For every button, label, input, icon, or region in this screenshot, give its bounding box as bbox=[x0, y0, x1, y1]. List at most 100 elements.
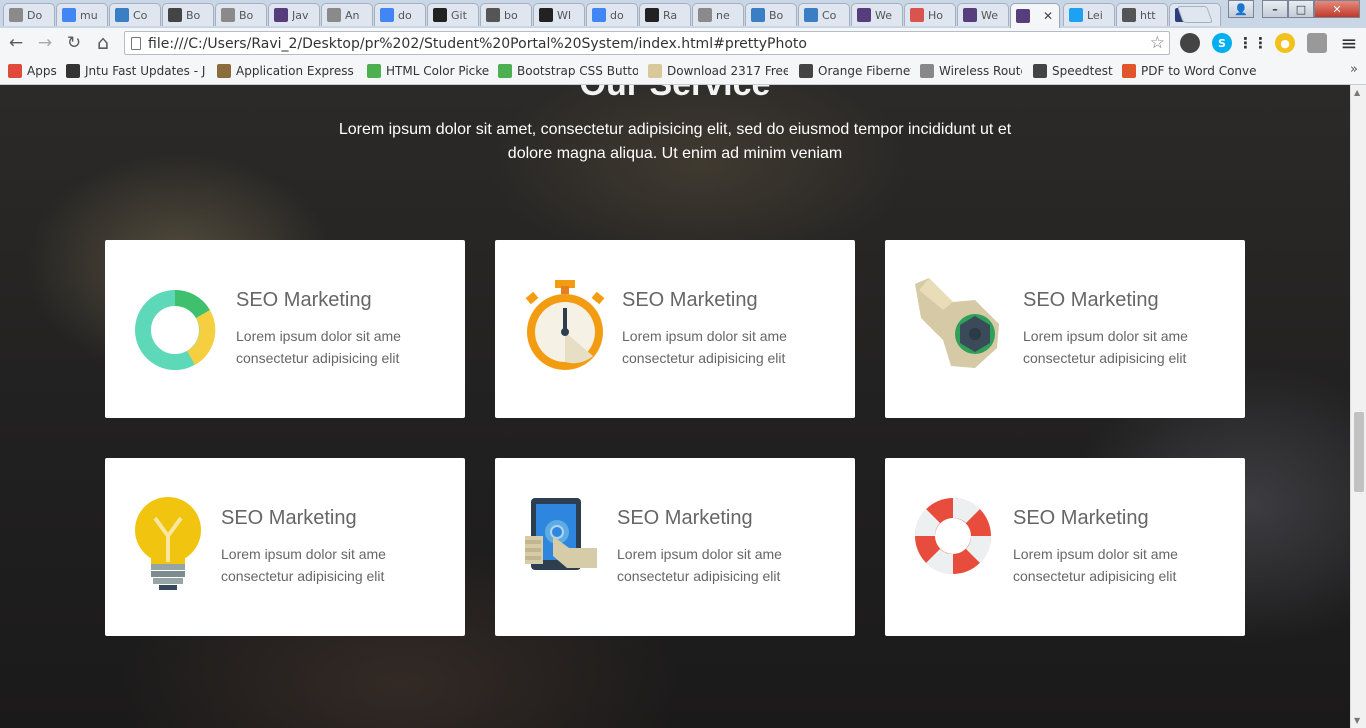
browser-tab[interactable]: WI bbox=[533, 3, 585, 26]
tab-label: Bo bbox=[769, 8, 784, 22]
close-icon: ✕ bbox=[1332, 2, 1342, 16]
bookmark-item[interactable]: Speedtest bbox=[1033, 62, 1113, 80]
bookmark-label: Speedtest bbox=[1052, 64, 1113, 78]
bookmark-label: Application Express Lo bbox=[236, 64, 357, 78]
home-button[interactable]: ⌂ bbox=[92, 32, 114, 54]
browser-tab[interactable]: Co bbox=[109, 3, 161, 26]
service-description: Lorem ipsum dolor sit ame consectetur ad… bbox=[622, 328, 787, 366]
scroll-up-icon[interactable]: ▲ bbox=[1354, 88, 1360, 97]
service-description: Lorem ipsum dolor sit ame consectetur ad… bbox=[617, 546, 782, 584]
browser-tab[interactable]: do bbox=[586, 3, 638, 26]
skype-icon[interactable]: S bbox=[1212, 33, 1232, 53]
tab-label: Jav bbox=[292, 8, 309, 22]
bookmark-label: Wireless Router bbox=[939, 64, 1022, 78]
service-description: Lorem ipsum dolor sit ame consectetur ad… bbox=[1013, 546, 1178, 584]
tab-label: do bbox=[610, 8, 624, 22]
tab-active[interactable]: ✕ bbox=[1010, 3, 1060, 28]
smartphone-touch-icon bbox=[525, 498, 597, 570]
address-bar[interactable]: file:///C:/Users/Ravi_2/Desktop/pr%202/S… bbox=[124, 31, 1170, 55]
bookmark-item[interactable]: Application Express Lo bbox=[217, 62, 357, 80]
forward-button[interactable]: → bbox=[34, 32, 56, 54]
service-description: Lorem ipsum dolor sit ame consectetur ad… bbox=[221, 546, 386, 584]
extension-square-icon[interactable] bbox=[1307, 33, 1327, 53]
browser-tab[interactable]: Lei bbox=[1063, 3, 1115, 26]
back-button[interactable]: ← bbox=[5, 32, 27, 54]
forward-arrow-icon: → bbox=[37, 33, 53, 53]
w3-icon bbox=[498, 64, 512, 78]
bootply-icon bbox=[751, 8, 765, 22]
close-window-button[interactable]: ✕ bbox=[1314, 0, 1360, 18]
scroll-down-icon[interactable]: ▼ bbox=[1354, 716, 1360, 725]
service-title: SEO Marketing bbox=[221, 507, 357, 529]
minimize-icon: – bbox=[1272, 2, 1278, 16]
tab-label: We bbox=[875, 8, 892, 22]
bookmark-label: PDF to Word Converte bbox=[1141, 64, 1257, 78]
moon-icon bbox=[1122, 8, 1136, 22]
browser-tab[interactable]: Do bbox=[3, 3, 55, 26]
joomla-icon bbox=[910, 8, 924, 22]
bookmark-label: Jntu Fast Updates - JN bbox=[85, 64, 206, 78]
browser-tab[interactable]: mu bbox=[56, 3, 108, 26]
service-title: SEO Marketing bbox=[617, 507, 753, 529]
extension-shield-icon[interactable] bbox=[1180, 33, 1200, 53]
bookmark-item[interactable]: Jntu Fast Updates - JN bbox=[66, 62, 206, 80]
bookmark-item[interactable]: Wireless Router bbox=[920, 62, 1022, 80]
browser-tab[interactable]: Git bbox=[427, 3, 479, 26]
bootstrap-icon bbox=[857, 8, 871, 22]
bootstrap-icon bbox=[274, 8, 288, 22]
browser-tab[interactable]: bo bbox=[480, 3, 532, 26]
bookmark-item[interactable]: Apps bbox=[8, 62, 58, 80]
stopwatch-icon bbox=[525, 280, 605, 370]
tab-label: Co bbox=[822, 8, 837, 22]
browser-tab[interactable]: Bo bbox=[215, 3, 267, 26]
extension-circle-icon[interactable]: ● bbox=[1275, 33, 1295, 53]
c-icon bbox=[486, 8, 500, 22]
bootply-icon bbox=[115, 8, 129, 22]
browser-tab[interactable]: We bbox=[851, 3, 903, 26]
apps-grid-icon bbox=[8, 64, 22, 78]
browser-tab[interactable]: Ra bbox=[639, 3, 691, 26]
browser-tab[interactable]: Bo bbox=[745, 3, 797, 26]
bookmark-star-icon[interactable]: ☆ bbox=[1150, 33, 1165, 53]
browser-tab[interactable]: do bbox=[374, 3, 426, 26]
bookmarks-overflow-button[interactable]: » bbox=[1350, 62, 1358, 77]
page-icon bbox=[221, 8, 235, 22]
page-icon bbox=[9, 8, 23, 22]
bookmark-item[interactable]: PDF to Word Converte bbox=[1122, 62, 1257, 80]
image-icon bbox=[217, 64, 231, 78]
service-section: Our Service Lorem ipsum dolor sit amet, … bbox=[0, 85, 1350, 728]
minimize-button[interactable]: – bbox=[1262, 0, 1288, 18]
browser-tab[interactable]: ne bbox=[692, 3, 744, 26]
tab-label: Lei bbox=[1087, 8, 1103, 22]
bookmark-item[interactable]: Bootstrap CSS Button bbox=[498, 62, 638, 80]
browser-toolbar: ← → ↻ ⌂ file:///C:/Users/Ravi_2/Desktop/… bbox=[0, 28, 1366, 58]
maximize-button[interactable]: □ bbox=[1288, 0, 1314, 18]
lightbulb-icon bbox=[135, 497, 201, 590]
service-card: SEO Marketing Lorem ipsum dolor sit ame … bbox=[885, 458, 1245, 636]
bookmark-label: Download 2317 Free V bbox=[667, 64, 788, 78]
browser-tab[interactable]: Jav bbox=[268, 3, 320, 26]
reload-button[interactable]: ↻ bbox=[63, 32, 85, 54]
browser-tab[interactable]: Ho bbox=[904, 3, 956, 26]
browser-tab[interactable]: An bbox=[321, 3, 373, 26]
profile-button[interactable]: 👤 bbox=[1228, 0, 1254, 18]
tab-label: WI bbox=[557, 8, 572, 22]
apps-grid-icon[interactable]: ⋮⋮ bbox=[1238, 33, 1268, 53]
tab-label: Bo bbox=[186, 8, 201, 22]
browser-tab[interactable]: Co bbox=[798, 3, 850, 26]
tab-label: mu bbox=[80, 8, 98, 22]
tab-label: bo bbox=[504, 8, 518, 22]
bookmark-item[interactable]: Download 2317 Free V bbox=[648, 62, 788, 80]
browser-tab[interactable]: Bo bbox=[162, 3, 214, 26]
browser-menu-button[interactable]: ≡ bbox=[1338, 31, 1360, 55]
bookmark-item[interactable]: Orange Fibernet bbox=[799, 62, 911, 80]
browser-tab[interactable]: We bbox=[957, 3, 1009, 26]
address-url[interactable]: file:///C:/Users/Ravi_2/Desktop/pr%202/S… bbox=[148, 36, 807, 52]
bookmark-item[interactable]: HTML Color Picker bbox=[367, 62, 489, 80]
page-scrollbar[interactable]: ▲ ▼ bbox=[1350, 85, 1366, 728]
browser-tab[interactable]: htt bbox=[1116, 3, 1168, 26]
gauge-icon bbox=[1033, 64, 1047, 78]
scroll-thumb[interactable] bbox=[1354, 412, 1364, 492]
close-tab-icon[interactable]: ✕ bbox=[1043, 9, 1053, 23]
new-tab-button[interactable] bbox=[1176, 6, 1214, 23]
